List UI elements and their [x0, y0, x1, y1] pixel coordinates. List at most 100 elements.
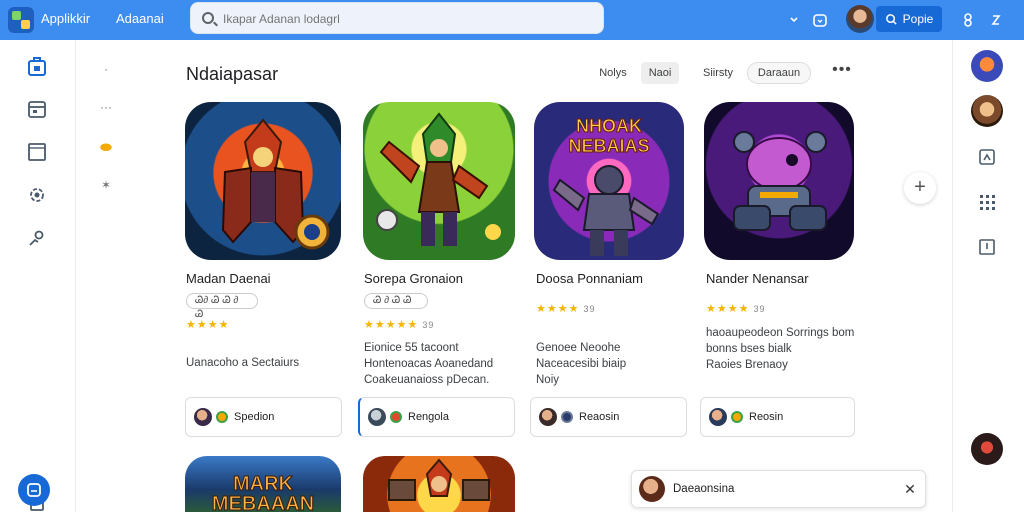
avatar[interactable] [971, 50, 1003, 82]
calendar-icon[interactable] [26, 98, 48, 120]
desc-line: haoaupeodeon Sorrings bom [706, 327, 855, 339]
hero-art: MARK MEBAAAN [211, 473, 314, 512]
app-title[interactable]: Sorepa Gronaion [364, 271, 463, 286]
grid-icon[interactable] [977, 192, 997, 212]
chip-label: Rengola [408, 411, 449, 423]
app-artwork[interactable] [185, 102, 341, 260]
hero-art [221, 118, 330, 250]
left-nav-rail [0, 40, 76, 512]
close-icon[interactable]: ✕ [903, 481, 917, 498]
subnav-tag-icon[interactable]: ⬬ [96, 139, 116, 155]
page-title: Ndaiapasar [186, 64, 279, 84]
app-artwork[interactable] [363, 102, 515, 260]
right-rail [952, 40, 1024, 512]
rating-stars-value: ★★★★★ [364, 319, 419, 331]
artwork-text-line: NEBAIAS [568, 136, 649, 156]
app-title[interactable]: Nander Nenansar [706, 271, 809, 286]
primary-action-button[interactable]: Popie [876, 6, 942, 32]
filter-chip-3[interactable]: Siirsty [694, 62, 742, 84]
app-artwork[interactable]: MARK MEBAAAN [185, 456, 341, 512]
hero-art: NHOAK NEBAIAS [552, 116, 660, 256]
desc-line: Genoee Neoohe [536, 342, 621, 354]
app-action-chip[interactable]: Reosin [700, 397, 855, 437]
link-icon[interactable] [986, 10, 1006, 30]
square-icon[interactable] [26, 141, 48, 163]
top-right-area [950, 0, 1024, 40]
avatar [709, 408, 727, 426]
app-artwork[interactable] [363, 456, 515, 512]
avatar [539, 408, 557, 426]
rating-stars-value: ★★★★ [536, 303, 580, 315]
chat-icon [27, 483, 41, 497]
app-window: Applikkir Adaanai Popie [0, 0, 1024, 512]
app-description: Genoee Neoohe Naceacesibi biaip Noiy [536, 340, 686, 388]
hero-art [376, 112, 501, 246]
rating-count: 39 [422, 320, 435, 330]
chart-icon[interactable] [977, 147, 997, 167]
status-icon [561, 411, 573, 423]
rating-stars: ★★★★ 39 [706, 302, 765, 315]
hero-art [388, 458, 490, 501]
status-icon [390, 411, 402, 423]
avatar [194, 408, 212, 426]
app-action-chip[interactable]: Spedion [185, 397, 342, 437]
rating-stars: ★★★★★ 39 [364, 318, 434, 331]
app-title[interactable]: Doosa Ponnaniam [536, 271, 643, 286]
chevron-down-icon[interactable] [784, 10, 804, 30]
app-logo[interactable] [8, 7, 34, 33]
avatar [368, 408, 386, 426]
chat-button[interactable] [18, 474, 50, 506]
filter-chip-4[interactable]: Daraaun [747, 62, 811, 84]
user-avatar[interactable] [846, 5, 874, 33]
add-button[interactable]: + [904, 172, 936, 204]
rating-stars-value: ★★★★ [706, 303, 750, 315]
subnav-star-icon[interactable]: ✶ [96, 178, 116, 194]
app-action-chip[interactable]: Reaosin [530, 397, 687, 437]
more-options-icon[interactable]: ••• [830, 62, 854, 82]
rating-count: 39 [753, 304, 766, 314]
subnav-dot-icon[interactable]: · [96, 62, 116, 78]
artwork-text-line: MEBAAAN [212, 493, 314, 512]
user-icon[interactable] [26, 227, 48, 249]
notification-toast: Daeaonsina ✕ [631, 470, 926, 508]
settings-icon[interactable] [958, 10, 978, 30]
section-title: Adaanai [116, 11, 164, 26]
desc-line: Hontenoacas Aoanedand [364, 358, 494, 370]
app-artwork[interactable]: NHOAK NEBAIAS [534, 102, 684, 260]
desc-line: Naceacesibi biaip [536, 358, 627, 370]
hero-art [733, 131, 827, 231]
app-title: Applikkir [41, 11, 91, 26]
app-description: Eionice 55 tacoont Hontenoacas Aoanedand… [364, 340, 514, 388]
app-artwork[interactable] [704, 102, 854, 260]
status-icon [216, 411, 228, 423]
app-tag-pill: Ꮚ∂ Ꮚ Ꮚ ∂ Ꮚ [186, 293, 258, 320]
chip-label: Reaosin [579, 411, 620, 423]
app-description: haoaupeodeon Sorrings bom bonns bses bia… [706, 325, 876, 373]
avatar [639, 476, 665, 502]
document-icon[interactable] [977, 237, 997, 257]
gear-icon[interactable] [26, 184, 48, 206]
desc-line: Eionice 55 tacoont [364, 342, 459, 354]
desc-line: Coakeuanaioss pDecan. [364, 374, 490, 386]
top-bar: Applikkir Adaanai Popie [0, 0, 1024, 40]
artwork-text-line: MARK [233, 473, 294, 495]
subnav-more-icon[interactable]: ··· [96, 100, 116, 116]
avatar[interactable] [971, 433, 1003, 465]
home-icon[interactable] [26, 56, 48, 78]
app-action-chip[interactable]: Rengola [358, 397, 515, 437]
app-title[interactable]: Madan Daenai [186, 271, 271, 286]
search-input[interactable] [223, 10, 583, 28]
artwork-text-line: NHOAK [576, 116, 642, 136]
status-icon [731, 411, 743, 423]
search-bar[interactable] [190, 2, 604, 34]
search-icon [202, 12, 214, 24]
rating-count: 39 [583, 304, 596, 314]
filter-chip-2[interactable]: Naoi [641, 62, 679, 84]
desc-line: Noiy [536, 374, 560, 386]
avatar[interactable] [971, 95, 1003, 127]
rating-stars: ★★★★ 39 [536, 302, 595, 315]
filter-chip-1[interactable]: Nolys [590, 62, 636, 84]
app-tag-pill: Ꮚ ∂ Ꮚ Ꮚ [364, 293, 428, 309]
chip-label: Reosin [749, 411, 784, 423]
notification-icon[interactable] [810, 10, 830, 30]
